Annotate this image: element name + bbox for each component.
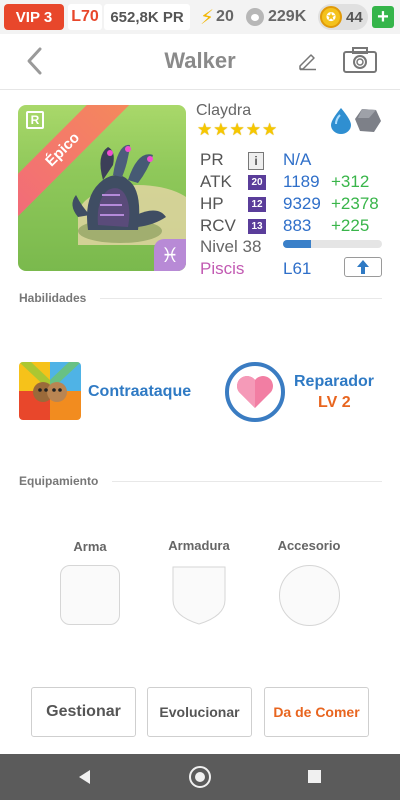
hp-label: HP (200, 194, 224, 213)
counterattack-skill-name[interactable]: Contraataque (88, 383, 191, 401)
food-icon (246, 8, 264, 26)
hp-bonus: +2378 (331, 194, 379, 213)
pisces-icon: ♓ (154, 239, 186, 271)
coin-value: 44 (346, 8, 363, 26)
evolve-button[interactable]: Evolucionar (147, 687, 252, 737)
hp-value: 9329 (283, 194, 321, 213)
rcv-bonus: +225 (331, 216, 370, 235)
pr-value: N/A (283, 150, 312, 169)
add-coins-button[interactable]: + (372, 6, 394, 28)
system-nav-bar (0, 754, 400, 800)
creature-portrait[interactable]: Épico R ♓ (18, 105, 186, 271)
rcv-label: RCV (200, 216, 236, 235)
armor-label: Armadura (168, 538, 230, 553)
nav-home-icon[interactable] (189, 766, 211, 788)
energy-counter: ⚡ 20 (200, 4, 234, 30)
energy-value: 20 (216, 8, 234, 25)
star-icon: ★ (197, 120, 213, 139)
star-icon: ★ (229, 120, 245, 139)
accessory-label: Accesorio (277, 538, 341, 553)
weapon-slot[interactable] (60, 565, 120, 625)
rcv-value: 883 (283, 216, 312, 235)
nav-back-icon[interactable] (76, 768, 94, 786)
water-element-icon (331, 108, 351, 134)
star-rating: ★ ★ ★ ★ ★ (197, 121, 277, 138)
creature-name: Claydra (196, 102, 252, 119)
food-value: 229K (268, 8, 307, 25)
resource-bar: VIP 3 L70 652,8K PR ⚡ 20 229K ✪ 44 + (0, 0, 400, 34)
repair-skill-level: LV 2 (318, 394, 351, 411)
vip-badge[interactable]: VIP 3 (4, 4, 64, 30)
level-progress-fill (283, 240, 311, 248)
armor-slot[interactable] (170, 564, 228, 626)
divider (112, 481, 382, 482)
star-icon: ★ (245, 120, 261, 139)
rock-element-icon (355, 109, 381, 132)
star-icon: ★ (262, 120, 278, 139)
page-header: Walker (0, 34, 400, 90)
level-progress-bar (283, 240, 382, 248)
repair-skill-icon[interactable] (225, 362, 285, 422)
zodiac-name: Piscis (200, 259, 245, 278)
coin-icon: ✪ (320, 6, 342, 28)
player-level: L70 (68, 4, 102, 30)
atk-value: 1189 (283, 172, 320, 191)
rarity-letter-badge: R (26, 111, 44, 129)
player-power: 652,8K PR (104, 4, 190, 30)
atk-bonus: +312 (331, 172, 370, 191)
info-icon[interactable]: i (248, 152, 264, 170)
divider (100, 298, 382, 299)
feed-button[interactable]: Da de Comer (264, 687, 369, 737)
manage-button[interactable]: Gestionar (31, 687, 136, 737)
weapon-label: Arma (73, 539, 107, 554)
hp-rank-badge: 12 (248, 197, 266, 212)
star-icon: ★ (213, 120, 229, 139)
atk-label: ATK (200, 172, 232, 191)
zodiac-level: L61 (283, 259, 312, 278)
atk-rank-badge: 20 (248, 175, 266, 190)
pr-label: PR (200, 150, 224, 169)
food-counter: 229K (246, 4, 306, 30)
level-label: Nivel 38 (200, 237, 262, 256)
counterattack-skill-icon[interactable] (19, 362, 81, 420)
page-title: Walker (164, 48, 236, 73)
repair-skill-name[interactable]: Reparador (294, 373, 374, 391)
heart-icon (237, 376, 273, 408)
equipment-section-title: Equipamiento (19, 474, 99, 488)
nav-recent-apps-icon[interactable] (308, 770, 321, 783)
arrow-up-icon (357, 260, 369, 274)
accessory-slot[interactable] (279, 565, 340, 626)
abilities-section-title: Habilidades (19, 291, 87, 305)
rcv-rank-badge: 13 (248, 219, 266, 234)
pencil-icon[interactable] (296, 48, 320, 72)
camera-icon[interactable] (342, 46, 378, 74)
zodiac-upgrade-button[interactable] (344, 257, 382, 277)
lightning-icon: ⚡ (200, 6, 215, 29)
coin-counter: ✪ 44 (318, 4, 368, 30)
